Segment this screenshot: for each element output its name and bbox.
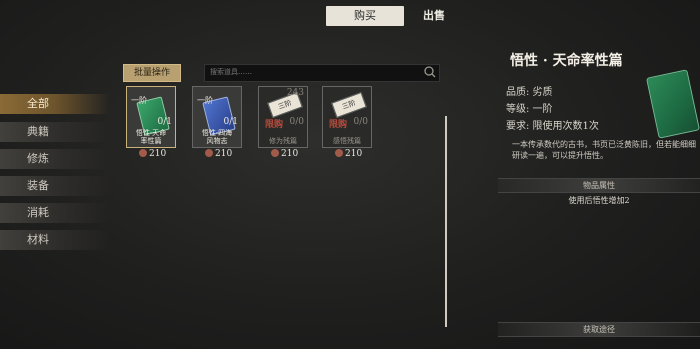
item-quantity: 0/1 xyxy=(223,117,238,127)
limit-badge: 限购 xyxy=(329,120,348,130)
sidebar-item-cultivation[interactable]: 修炼 xyxy=(0,149,110,169)
attributes-header: 物品属性 xyxy=(498,178,700,193)
sidebar-item-classics[interactable]: 典籍 xyxy=(0,122,110,142)
sidebar-item-all[interactable]: 全部 xyxy=(0,94,110,114)
item-name: 悟性·四海 风物志 xyxy=(201,129,233,145)
item-grade: 一阶 xyxy=(131,96,147,105)
list-scrollbar[interactable] xyxy=(445,116,447,327)
item-grade: 一阶 xyxy=(197,96,213,105)
item-card[interactable]: 三阶 243 限购 0/0 修为残篇 xyxy=(258,86,308,148)
limit-badge: 限购 xyxy=(265,120,284,130)
item-price: 210 xyxy=(271,149,298,159)
search-placeholder: 搜索道具…… xyxy=(210,68,252,76)
coin-icon xyxy=(271,149,279,157)
tab-buy[interactable]: 购买 xyxy=(326,6,404,26)
source-header[interactable]: 获取途径 xyxy=(498,322,700,337)
sidebar-item-equipment[interactable]: 装备 xyxy=(0,176,110,196)
item-name: 修为残篇 xyxy=(269,137,297,145)
item-price: 210 xyxy=(205,149,232,159)
tab-sell[interactable]: 出售 xyxy=(410,6,458,26)
item-price: 210 xyxy=(335,149,362,159)
coin-icon xyxy=(139,149,147,157)
detail-quality: 品质: 劣质 xyxy=(506,87,553,98)
item-card[interactable]: 三阶 限购 0/0 感悟残篇 xyxy=(322,86,372,148)
item-quantity: 0/0 xyxy=(353,117,368,127)
item-price: 210 xyxy=(139,149,166,159)
detail-title: 悟性 · 天命率性篇 xyxy=(510,53,623,69)
item-card[interactable]: 一阶 0/1 悟性·四海 风物志 xyxy=(192,86,242,148)
item-name: 感悟残篇 xyxy=(333,137,361,145)
item-stock: 243 xyxy=(286,88,304,98)
detail-description: 一本传承数代的古书，书页已泛黄陈旧，但若能细细研读一遍，可以提升悟性。 xyxy=(512,140,696,160)
item-quantity: 0/0 xyxy=(289,117,304,127)
sidebar-item-materials[interactable]: 材料 xyxy=(0,230,110,250)
sidebar-item-consumables[interactable]: 消耗 xyxy=(0,203,110,223)
detail-requirement: 要求: 限使用次数1次 xyxy=(506,121,599,132)
detail-level: 等级: 一阶 xyxy=(506,104,553,115)
book-icon xyxy=(646,69,700,139)
coin-icon xyxy=(335,149,343,157)
item-card[interactable]: 一阶 0/1 悟性·天命 率性篇 xyxy=(126,86,176,148)
item-quantity: 0/1 xyxy=(157,117,172,127)
coin-icon xyxy=(205,149,213,157)
search-icon[interactable] xyxy=(421,64,438,80)
item-name: 悟性·天命 率性篇 xyxy=(135,129,167,145)
scroll-icon: 三阶 xyxy=(331,92,367,118)
attribute-effect: 使用后悟性增加2 xyxy=(568,196,630,205)
batch-operation-button[interactable]: 批量操作 xyxy=(123,64,181,82)
